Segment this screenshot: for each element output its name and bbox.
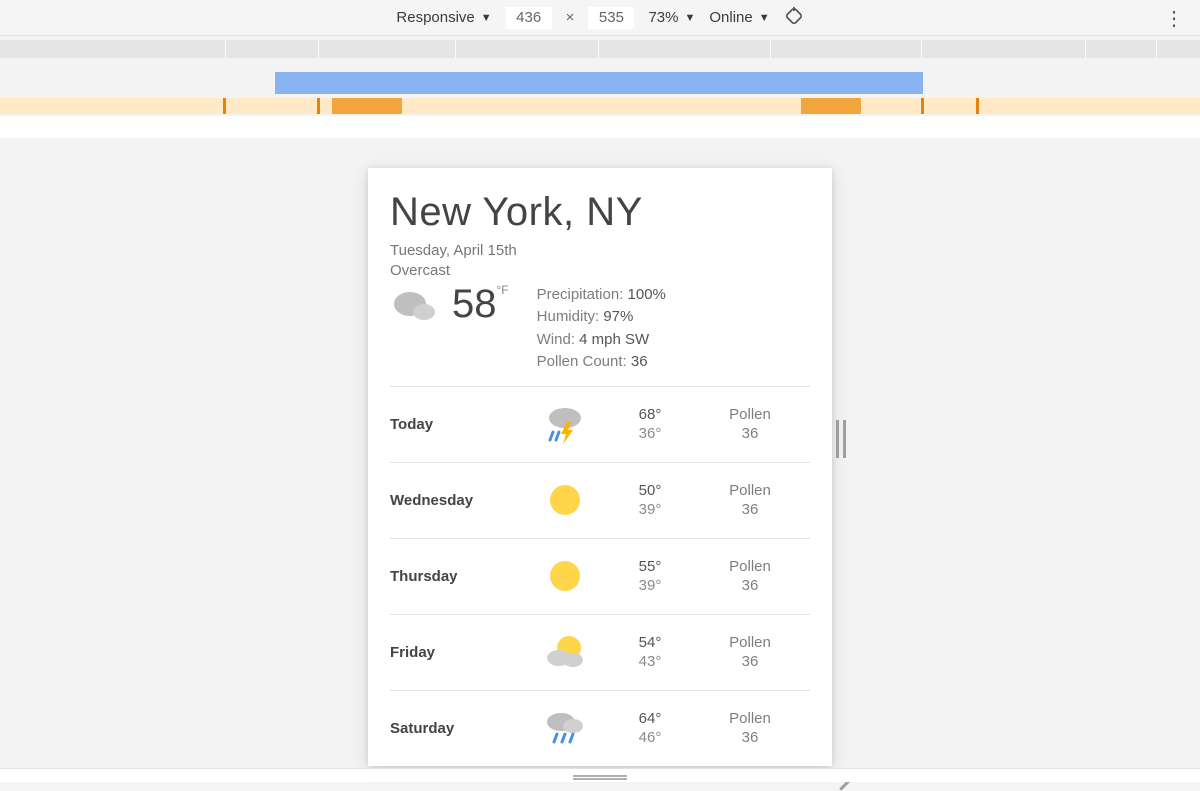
forecast-pollen-label: Pollen — [690, 557, 810, 577]
resize-handle-right[interactable] — [836, 420, 846, 458]
precip-label: Precipitation: — [537, 286, 624, 303]
forecast-high: 64° — [610, 709, 690, 729]
forecast-high: 55° — [610, 557, 690, 577]
forecast-pollen-label: Pollen — [690, 709, 810, 729]
forecast-storm-icon — [520, 402, 610, 446]
forecast-high: 50° — [610, 481, 690, 501]
condition-text: Overcast — [390, 261, 810, 281]
overcast-icon — [390, 284, 442, 331]
pollen-count-label: Pollen Count: — [537, 353, 627, 370]
device-toolbar: Responsive ▼ × 73% ▼ Online ▼ ⋮ — [0, 0, 1200, 36]
wind-value: 4 mph SW — [579, 331, 649, 348]
date-text: Tuesday, April 15th — [390, 241, 810, 261]
forecast-pollen-value: 36 — [690, 576, 810, 596]
chevron-down-icon: ▼ — [759, 12, 770, 24]
ruler-tick — [598, 40, 599, 58]
width-input[interactable] — [506, 7, 552, 29]
forecast-partly-cloudy-icon — [520, 630, 610, 674]
forecast-pollen-value: 36 — [690, 652, 810, 672]
rotate-button[interactable] — [784, 6, 804, 30]
network-label: Online — [709, 9, 752, 26]
media-query-bar-max[interactable] — [275, 72, 923, 94]
ruler-region — [0, 36, 1200, 138]
media-query-segment[interactable] — [332, 98, 402, 114]
device-frame: New York, NY Tuesday, April 15th Overcas… — [368, 168, 832, 766]
ruler-scale[interactable] — [0, 40, 1200, 58]
media-query-tick[interactable] — [976, 98, 979, 114]
zoom-label: 73% — [648, 9, 678, 26]
dimensions-group: × — [506, 7, 635, 29]
chevron-down-icon: ▼ — [684, 12, 695, 24]
forecast-low: 46° — [610, 728, 690, 748]
humidity-label: Humidity: — [537, 308, 600, 325]
media-query-bar-min[interactable] — [0, 98, 1200, 114]
temp-unit: °F — [497, 279, 509, 297]
ruler-tick — [225, 40, 226, 58]
pollen-count-value: 36 — [631, 353, 648, 370]
forecast-pollen-value: 36 — [690, 424, 810, 444]
network-select[interactable]: Online ▼ — [709, 9, 769, 26]
forecast-day: Saturday — [390, 720, 520, 737]
forecast-row[interactable]: Thursday 55°39°Pollen36 — [390, 538, 810, 614]
forecast-low: 39° — [610, 500, 690, 520]
ruler-tick — [1085, 40, 1086, 58]
forecast-day: Wednesday — [390, 492, 520, 509]
media-query-tick[interactable] — [223, 98, 226, 114]
chevron-down-icon: ▼ — [481, 12, 492, 24]
rotate-icon — [784, 6, 804, 30]
viewport-area: New York, NY Tuesday, April 15th Overcas… — [0, 138, 1200, 768]
forecast-pollen-label: Pollen — [690, 405, 810, 425]
zoom-select[interactable]: 73% ▼ — [648, 9, 695, 26]
forecast-day: Friday — [390, 644, 520, 661]
forecast-pollen-label: Pollen — [690, 481, 810, 501]
forecast-high: 68° — [610, 405, 690, 425]
device-select-label: Responsive — [396, 9, 474, 26]
device-select[interactable]: Responsive ▼ — [396, 9, 491, 26]
ruler-tick — [921, 40, 922, 58]
forecast-day: Thursday — [390, 568, 520, 585]
forecast-showers-icon — [520, 706, 610, 750]
location-title: New York, NY — [390, 190, 810, 235]
ruler-tick — [770, 40, 771, 58]
media-query-tick[interactable] — [921, 98, 924, 114]
forecast-sunny-icon — [520, 478, 610, 522]
ruler-tick — [318, 40, 319, 58]
current-stats: Precipitation: 100% Humidity: 97% Wind: … — [537, 284, 666, 374]
forecast-row[interactable]: Wednesday 50°39°Pollen36 — [390, 462, 810, 538]
media-query-segment[interactable] — [801, 98, 861, 114]
forecast-low: 36° — [610, 424, 690, 444]
current-temp: 58 — [452, 282, 497, 326]
dimension-separator: × — [558, 9, 583, 26]
precip-value: 100% — [628, 286, 666, 303]
wind-label: Wind: — [537, 331, 575, 348]
forecast-list: Today68°36°Pollen36Wednesday50°39°Pollen… — [390, 386, 810, 766]
forecast-sunny-icon — [520, 554, 610, 598]
media-query-tick[interactable] — [317, 98, 320, 114]
humidity-value: 97% — [603, 308, 633, 325]
ruler-tick — [455, 40, 456, 58]
drawer-drag-handle[interactable] — [0, 768, 1200, 782]
forecast-pollen-value: 36 — [690, 500, 810, 520]
kebab-icon: ⋮ — [1164, 8, 1184, 30]
forecast-row[interactable]: Saturday 64°46°Pollen36 — [390, 690, 810, 766]
forecast-low: 39° — [610, 576, 690, 596]
forecast-high: 54° — [610, 633, 690, 653]
forecast-day: Today — [390, 416, 520, 433]
forecast-low: 43° — [610, 652, 690, 672]
more-options-button[interactable]: ⋮ — [1164, 6, 1184, 31]
forecast-row[interactable]: Friday 54°43°Pollen36 — [390, 614, 810, 690]
forecast-pollen-value: 36 — [690, 728, 810, 748]
forecast-row[interactable]: Today 68°36°Pollen36 — [390, 386, 810, 462]
ruler-tick — [1156, 40, 1157, 58]
weather-card: New York, NY Tuesday, April 15th Overcas… — [368, 168, 832, 766]
height-input[interactable] — [588, 7, 634, 29]
forecast-pollen-label: Pollen — [690, 633, 810, 653]
